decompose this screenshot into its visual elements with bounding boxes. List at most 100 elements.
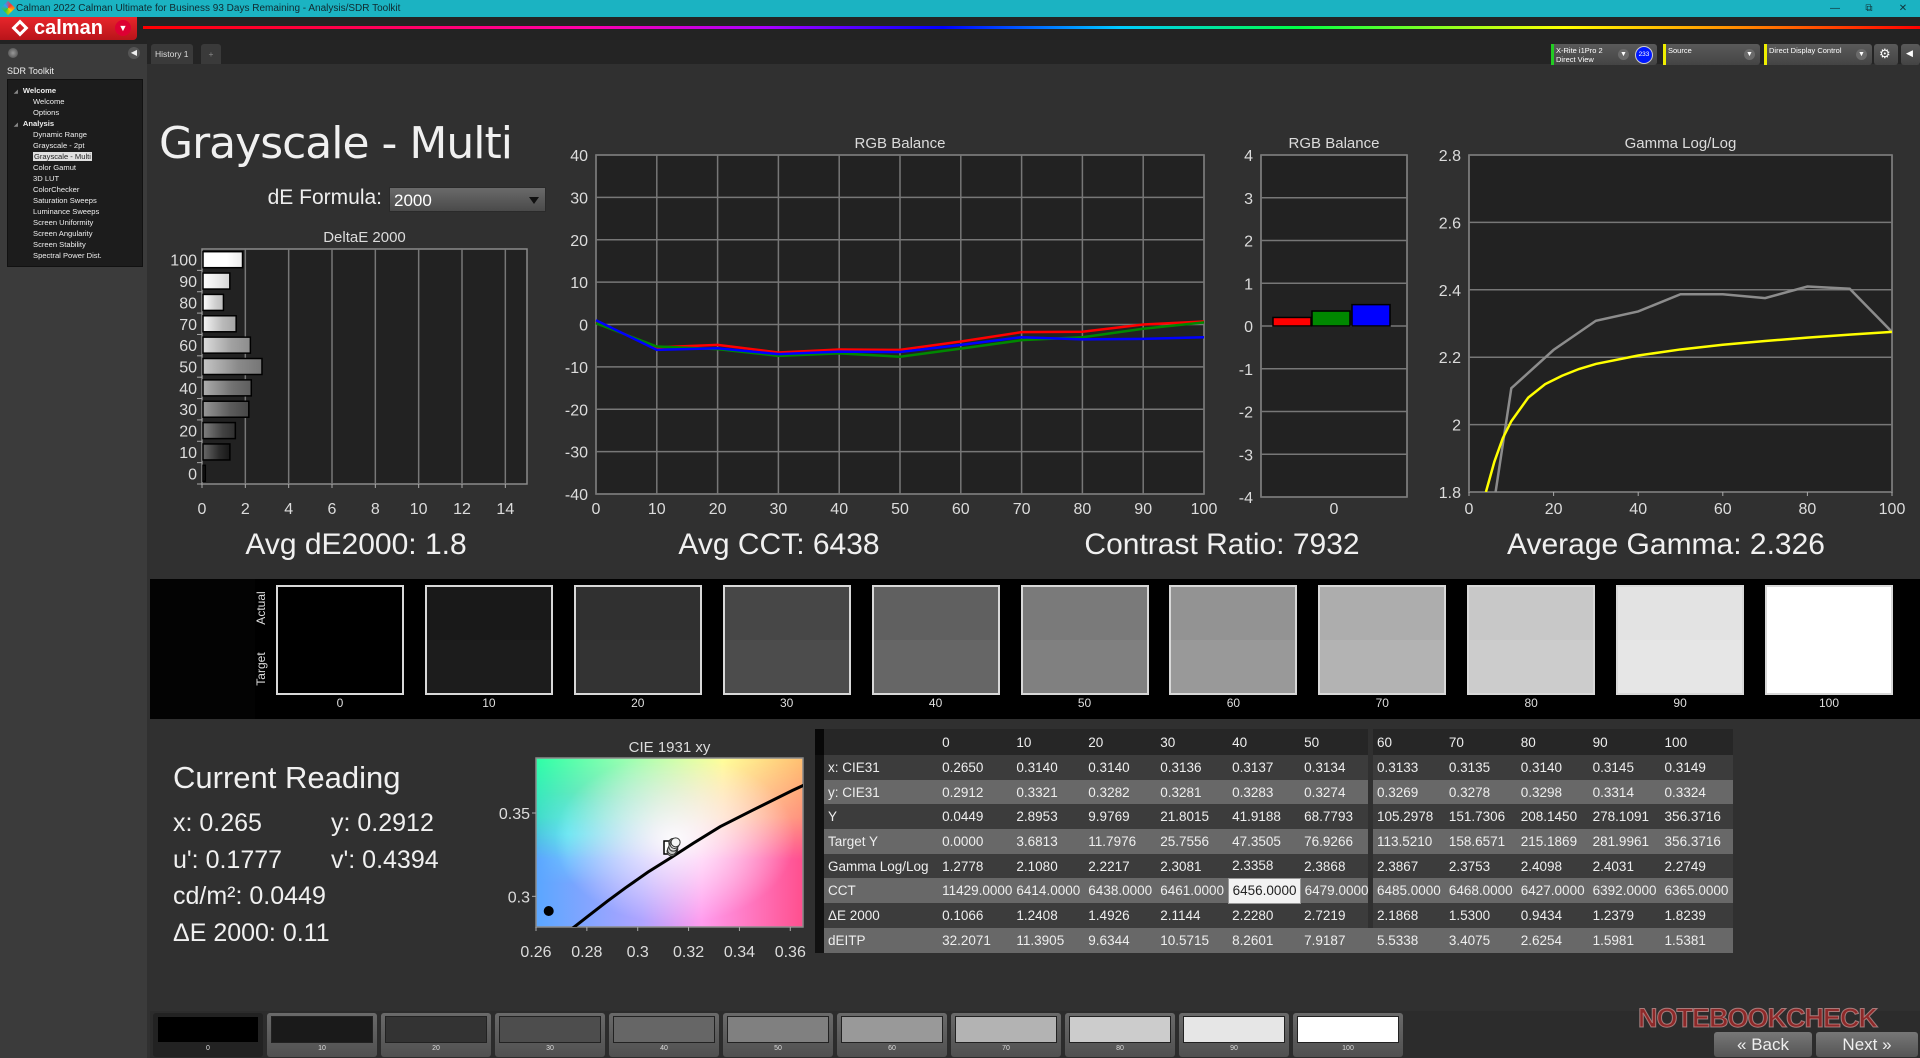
table-cell[interactable]: 1.5300 — [1444, 903, 1517, 928]
table-cell[interactable]: 6485.0000 — [1372, 878, 1445, 904]
table-cell[interactable]: 3.6813 — [1012, 829, 1085, 854]
sidebar-item-screen-angularity[interactable]: Screen Angularity — [8, 228, 142, 239]
table-cell[interactable]: 1.2379 — [1588, 903, 1661, 928]
minimize-button[interactable]: — — [1818, 0, 1852, 17]
table-cell[interactable]: 2.2217 — [1084, 853, 1157, 879]
table-cell[interactable]: 2.4098 — [1516, 853, 1589, 879]
table-cell[interactable]: 0.3140 — [1516, 755, 1589, 780]
table-cell[interactable]: 6479.0000 — [1300, 878, 1373, 904]
calman-menu-button[interactable]: calman ▼ — [0, 17, 137, 40]
table-cell[interactable]: 21.8015 — [1156, 804, 1229, 830]
table-cell[interactable]: 5.5338 — [1372, 927, 1445, 953]
sidebar-item-colorchecker[interactable]: ColorChecker — [8, 184, 142, 195]
close-button[interactable]: ✕ — [1886, 0, 1920, 17]
table-cell[interactable]: 76.9266 — [1300, 829, 1373, 854]
table-cell[interactable]: 6365.0000 — [1660, 878, 1733, 904]
patch-button-90[interactable]: 90 — [1179, 1013, 1289, 1057]
table-cell[interactable]: 0.3298 — [1516, 779, 1589, 805]
table-cell[interactable]: 6392.0000 — [1588, 878, 1661, 904]
table-cell[interactable]: 68.7793 — [1300, 804, 1373, 830]
table-cell[interactable]: 9.9769 — [1084, 804, 1157, 830]
table-cell[interactable]: 0.3145 — [1588, 755, 1661, 780]
table-cell[interactable]: 6438.0000 — [1084, 878, 1157, 904]
table-cell[interactable]: 0.3135 — [1444, 755, 1517, 780]
table-cell[interactable]: 1.5981 — [1588, 927, 1661, 953]
sidebar-item-screen-uniformity[interactable]: Screen Uniformity — [8, 217, 142, 228]
chevron-down-icon[interactable]: ▼ — [1856, 49, 1867, 60]
table-cell[interactable]: 0.3321 — [1012, 779, 1085, 805]
patch-button-20[interactable]: 20 — [381, 1013, 491, 1057]
table-cell[interactable]: 32.2071 — [938, 927, 1013, 953]
sidebar-item-screen-stability[interactable]: Screen Stability — [8, 239, 142, 250]
table-cell[interactable]: 2.7219 — [1300, 903, 1373, 928]
next-button[interactable]: Next » — [1816, 1032, 1918, 1057]
sidebar-item-analysis[interactable]: ◢ Analysis — [8, 118, 142, 129]
table-cell[interactable]: 208.1450 — [1516, 804, 1589, 830]
table-cell[interactable]: 41.9188 — [1228, 804, 1301, 830]
table-cell[interactable]: 3.4075 — [1444, 927, 1517, 953]
table-cell[interactable]: 7.9187 — [1300, 927, 1373, 953]
back-button[interactable]: « Back — [1714, 1032, 1812, 1057]
chevron-down-icon[interactable]: ▼ — [1618, 49, 1629, 60]
chevron-down-icon[interactable]: ▼ — [115, 20, 131, 36]
table-cell[interactable]: 0.0449 — [938, 804, 1013, 830]
table-cell[interactable]: 0.0000 — [938, 829, 1013, 854]
table-cell[interactable]: 6414.0000 — [1012, 878, 1085, 904]
table-cell[interactable]: 8.2601 — [1228, 927, 1301, 953]
table-cell[interactable]: 0.3134 — [1300, 755, 1373, 780]
table-cell[interactable]: 0.1066 — [938, 903, 1013, 928]
sidebar-item-welcome[interactable]: ◢ Welcome — [8, 85, 142, 96]
table-cell[interactable]: 2.3081 — [1156, 853, 1229, 879]
table-cell[interactable]: 0.2912 — [938, 779, 1013, 805]
display-control-selector[interactable]: Direct Display Control ▼ — [1764, 44, 1872, 65]
table-cell[interactable]: 0.3269 — [1372, 779, 1445, 805]
table-cell[interactable]: 2.3358 — [1228, 853, 1301, 879]
restore-button[interactable]: ⧉ — [1852, 0, 1886, 17]
table-cell[interactable]: 2.1868 — [1372, 903, 1445, 928]
table-cell[interactable]: 2.3867 — [1372, 853, 1445, 879]
table-cell[interactable]: 2.4031 — [1588, 853, 1661, 879]
patch-button-80[interactable]: 80 — [1065, 1013, 1175, 1057]
table-cell[interactable]: 158.6571 — [1444, 829, 1517, 854]
patch-button-40[interactable]: 40 — [609, 1013, 719, 1057]
table-cell[interactable]: 2.2749 — [1660, 853, 1733, 879]
table-cell[interactable]: 278.1091 — [1588, 804, 1661, 830]
table-cell[interactable]: 9.6344 — [1084, 927, 1157, 953]
table-cell[interactable]: 10.5715 — [1156, 927, 1229, 953]
sidebar-item-options[interactable]: Options — [8, 107, 142, 118]
pin-icon[interactable] — [8, 48, 18, 58]
table-cell[interactable]: 0.3149 — [1660, 755, 1733, 780]
sidebar-item-welcome[interactable]: Welcome — [8, 96, 142, 107]
table-cell[interactable]: 6468.0000 — [1444, 878, 1517, 904]
sidebar-item-color-gamut[interactable]: Color Gamut — [8, 162, 142, 173]
table-cell[interactable]: 47.3505 — [1228, 829, 1301, 854]
table-cell[interactable]: 356.3716 — [1660, 804, 1733, 830]
sidebar-item-grayscale-multi[interactable]: Grayscale - Multi — [8, 151, 142, 162]
table-cell[interactable]: 2.1144 — [1156, 903, 1229, 928]
table-cell[interactable]: 2.8953 — [1012, 804, 1085, 830]
table-cell[interactable]: 0.9434 — [1516, 903, 1589, 928]
table-cell[interactable]: 0.3137 — [1228, 755, 1301, 780]
table-cell[interactable]: 215.1869 — [1516, 829, 1589, 854]
table-cell[interactable]: 2.3868 — [1300, 853, 1373, 879]
sidebar-item-saturation-sweeps[interactable]: Saturation Sweeps — [8, 195, 142, 206]
table-cell[interactable]: 0.3274 — [1300, 779, 1373, 805]
patch-button-100[interactable]: 100 — [1293, 1013, 1403, 1057]
table-cell[interactable]: 0.2650 — [938, 755, 1013, 780]
table-cell[interactable]: 0.3140 — [1012, 755, 1085, 780]
table-cell[interactable]: 0.3136 — [1156, 755, 1229, 780]
table-cell[interactable]: 1.4926 — [1084, 903, 1157, 928]
table-cell[interactable]: 11429.0000 — [938, 878, 1013, 904]
table-cell[interactable]: 356.3716 — [1660, 829, 1733, 854]
table-cell[interactable]: 2.6254 — [1516, 927, 1589, 953]
table-cell[interactable]: 0.3133 — [1372, 755, 1445, 780]
table-cell[interactable]: 2.2280 — [1228, 903, 1301, 928]
patch-button-30[interactable]: 30 — [495, 1013, 605, 1057]
table-cell[interactable]: 281.9961 — [1588, 829, 1661, 854]
add-tab-button[interactable]: + — [201, 44, 221, 64]
sidebar-item-3d-lut[interactable]: 3D LUT — [8, 173, 142, 184]
table-cell[interactable]: 25.7556 — [1156, 829, 1229, 854]
table-cell[interactable]: 0.3140 — [1084, 755, 1157, 780]
table-cell[interactable]: 2.1080 — [1012, 853, 1085, 879]
collapse-right-icon[interactable]: ◀ — [1901, 44, 1920, 65]
